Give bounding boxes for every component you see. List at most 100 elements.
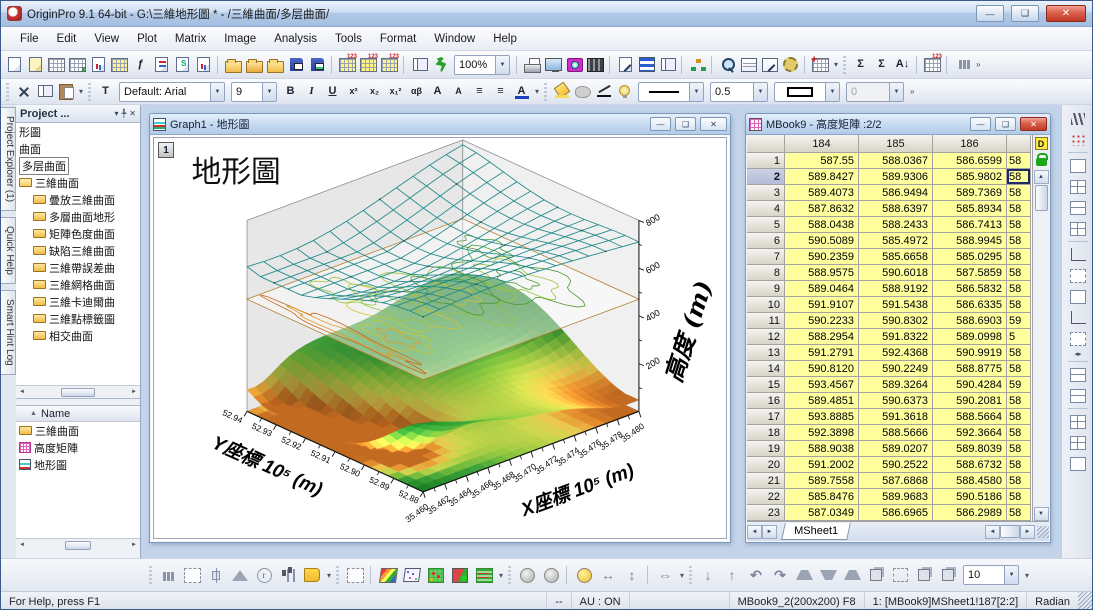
matrix-cell[interactable]: 585.9802 (933, 169, 1007, 185)
row-header[interactable]: 16 (747, 393, 785, 409)
matrix-cell[interactable]: 588.0438 (785, 217, 859, 233)
matrix-cell-clipped[interactable]: 58 (1007, 185, 1031, 201)
row-header[interactable]: 13 (747, 345, 785, 361)
row-header[interactable]: 5 (747, 217, 785, 233)
row-header[interactable]: 23 (747, 505, 785, 521)
matrix-cell[interactable]: 590.9919 (933, 345, 1007, 361)
border-style-select[interactable]: ▼ (774, 82, 840, 102)
tree-item[interactable]: 曲面 (16, 140, 140, 157)
matrix-cell[interactable]: 586.9494 (859, 185, 933, 201)
matrix-cell[interactable]: 588.2954 (785, 329, 859, 345)
font-select[interactable]: Default: Arial▼ (119, 82, 225, 102)
matrix-cell[interactable]: 593.4567 (785, 377, 859, 393)
layer-stripes-icon[interactable] (636, 54, 657, 75)
matrix-cell[interactable]: 589.8039 (933, 441, 1007, 457)
capture-video-icon[interactable] (585, 54, 606, 75)
matrix-cell-clipped[interactable]: 5 (1007, 329, 1031, 345)
3d-rotate-template-icon[interactable] (343, 563, 367, 587)
matrix-cell[interactable]: 585.8476 (785, 489, 859, 505)
tree-item[interactable]: 矩陣色度曲面 (16, 225, 140, 242)
menu-edit[interactable]: Edit (48, 30, 86, 48)
matrix-minimize-button[interactable]: — (970, 117, 991, 131)
matrix-cell-clipped[interactable]: 58 (1007, 217, 1031, 233)
rotate-down-icon[interactable]: ↓ (696, 563, 720, 587)
files-header[interactable]: ▲ Name (16, 406, 140, 422)
matrix-cell[interactable]: 589.0998 (933, 329, 1007, 345)
add-column-icon[interactable] (810, 54, 831, 75)
matrix-cell[interactable]: 585.4972 (859, 233, 933, 249)
sort-icon[interactable]: A↓ (892, 54, 913, 75)
save-project-icon[interactable] (286, 54, 307, 75)
angle-select[interactable]: 0▼ (846, 82, 904, 102)
axis-frame-dashed-icon[interactable] (1066, 265, 1090, 286)
matrix-cell[interactable]: 592.3898 (785, 425, 859, 441)
matrix-cell-clipped[interactable]: 58 (1007, 153, 1031, 169)
matrix-cell[interactable]: 590.2233 (785, 313, 859, 329)
new-matrix-icon[interactable] (109, 54, 130, 75)
graph-close-button[interactable]: ✕ (700, 117, 727, 131)
align-bottom-edges-icon[interactable] (1066, 385, 1090, 406)
fit-frame-icon[interactable] (888, 563, 912, 587)
sheet-prev-icon[interactable]: ◄ (747, 525, 762, 539)
matrix-cell[interactable]: 588.2433 (859, 217, 933, 233)
tree-item[interactable]: 形圖 (16, 123, 140, 140)
file-list-item[interactable]: 高度矩陣 (16, 439, 140, 456)
matrix-cell[interactable]: 588.5666 (859, 425, 933, 441)
scroll-up-icon[interactable]: ▲ (1034, 170, 1049, 184)
set-values-icon[interactable] (922, 54, 943, 75)
font-color-button[interactable]: A (511, 81, 532, 102)
options-gear-icon[interactable] (780, 54, 801, 75)
matrix-cell[interactable]: 587.55 (785, 153, 859, 169)
matrix-cell[interactable]: 592.4368 (859, 345, 933, 361)
graph-restore-button[interactable]: ❑ (675, 117, 696, 131)
save-template-icon[interactable] (307, 54, 328, 75)
column-header[interactable]: 186 (933, 135, 1007, 153)
matrix-cell[interactable]: 593.8885 (785, 409, 859, 425)
matrix-cell-clipped[interactable]: 58 (1007, 489, 1031, 505)
matrix-cell[interactable]: 592.3664 (933, 425, 1007, 441)
menu-window[interactable]: Window (425, 30, 484, 48)
side-tab-project-explorer-[interactable]: Project Explorer (1) (1, 107, 16, 211)
new-polar-graph-icon[interactable] (193, 54, 214, 75)
minimize-button[interactable]: — (976, 5, 1004, 22)
cut-icon[interactable] (13, 81, 34, 102)
recalculate-lock-icon[interactable] (1036, 158, 1047, 166)
axis-frame-step-icon[interactable] (1066, 328, 1090, 349)
toolbar-overflow-button[interactable]: » (907, 87, 917, 96)
reset-rotation-icon[interactable] (936, 563, 960, 587)
3d-colormap-surface-icon[interactable] (376, 563, 400, 587)
scroll-left-icon[interactable]: ◄ (17, 542, 27, 548)
script-runner-icon[interactable] (430, 54, 451, 75)
shear-cube-icon[interactable] (912, 563, 936, 587)
scatter-frame-icon[interactable] (180, 563, 204, 587)
capture-image-icon[interactable] (564, 54, 585, 75)
app-resize-grip[interactable] (1078, 592, 1092, 610)
toolbar-overflow-button[interactable]: ▾ (496, 571, 506, 580)
matrix-cell-clipped[interactable]: 59 (1007, 377, 1031, 393)
polar-chart-icon[interactable] (252, 563, 276, 587)
column-header[interactable]: 184 (785, 135, 859, 153)
open-excel-file-icon[interactable] (265, 54, 286, 75)
heatmap-icon[interactable] (424, 563, 448, 587)
menu-view[interactable]: View (85, 30, 128, 48)
close-button[interactable]: ✕ (1046, 5, 1086, 22)
line-style-select[interactable]: ▼ (638, 82, 704, 102)
axis-frame-corner-icon[interactable] (1066, 307, 1090, 328)
row-header[interactable]: 7 (747, 249, 785, 265)
matrix-cell-clipped[interactable]: 58 (1007, 233, 1031, 249)
tree-item[interactable]: 三維曲面 (16, 174, 140, 191)
import-wizard-icon[interactable] (337, 54, 358, 75)
menu-help[interactable]: Help (484, 30, 526, 48)
matrix-cell[interactable]: 590.6373 (859, 393, 933, 409)
increase-font-button[interactable]: A (427, 81, 448, 102)
matrix-cell[interactable]: 587.0349 (785, 505, 859, 521)
scroll-right-icon[interactable]: ► (129, 389, 139, 395)
new-excel-icon[interactable] (67, 54, 88, 75)
hscroll-right-icon[interactable]: ► (1020, 525, 1035, 539)
matrix-cell[interactable]: 588.0367 (859, 153, 933, 169)
matrix-cell[interactable]: 590.2249 (859, 361, 933, 377)
row-header[interactable]: 22 (747, 489, 785, 505)
matrix-cell[interactable]: 590.5089 (785, 233, 859, 249)
matrix-cell-clipped[interactable]: 58 (1007, 457, 1031, 473)
mask-range-icon[interactable] (515, 563, 539, 587)
